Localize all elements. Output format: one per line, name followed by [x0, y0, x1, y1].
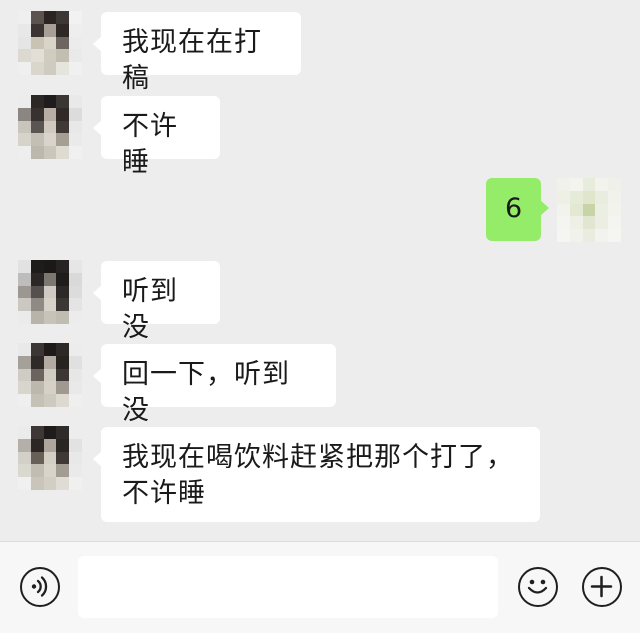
- contact-avatar[interactable]: [18, 426, 82, 490]
- contact-avatar[interactable]: [18, 343, 82, 407]
- chat-input-bar: [0, 541, 640, 633]
- message-bubble[interactable]: 不许睡: [93, 96, 220, 178]
- message-text: 我现在在打稿: [122, 27, 262, 94]
- voice-input-icon[interactable]: [20, 567, 60, 607]
- message-bubble[interactable]: 我现在在打稿: [93, 12, 301, 94]
- contact-avatar[interactable]: [18, 260, 82, 324]
- message-bubble[interactable]: 听到没: [93, 261, 220, 343]
- chat-message-list[interactable]: 我现在在打稿 不许睡 6 听到没 回一下，听到没 我现在喝饮料赶紧把那个打了，不…: [0, 0, 640, 540]
- message-text: 6: [505, 193, 524, 224]
- message-text: 我现在喝饮料赶紧把那个打了，不许睡: [122, 442, 514, 509]
- message-input[interactable]: [78, 556, 498, 618]
- message-bubble[interactable]: 我现在喝饮料赶紧把那个打了，不许睡: [93, 427, 540, 522]
- emoji-icon[interactable]: [518, 567, 558, 607]
- message-bubble-own[interactable]: 6: [486, 178, 549, 241]
- message-text: 听到没: [122, 276, 178, 343]
- contact-avatar[interactable]: [18, 95, 82, 159]
- message-text: 回一下，听到没: [122, 359, 290, 426]
- message-bubble[interactable]: 回一下，听到没: [93, 344, 336, 426]
- own-avatar[interactable]: [557, 178, 621, 242]
- contact-avatar[interactable]: [18, 11, 82, 75]
- plus-icon[interactable]: [582, 567, 622, 607]
- message-text: 不许睡: [122, 111, 178, 178]
